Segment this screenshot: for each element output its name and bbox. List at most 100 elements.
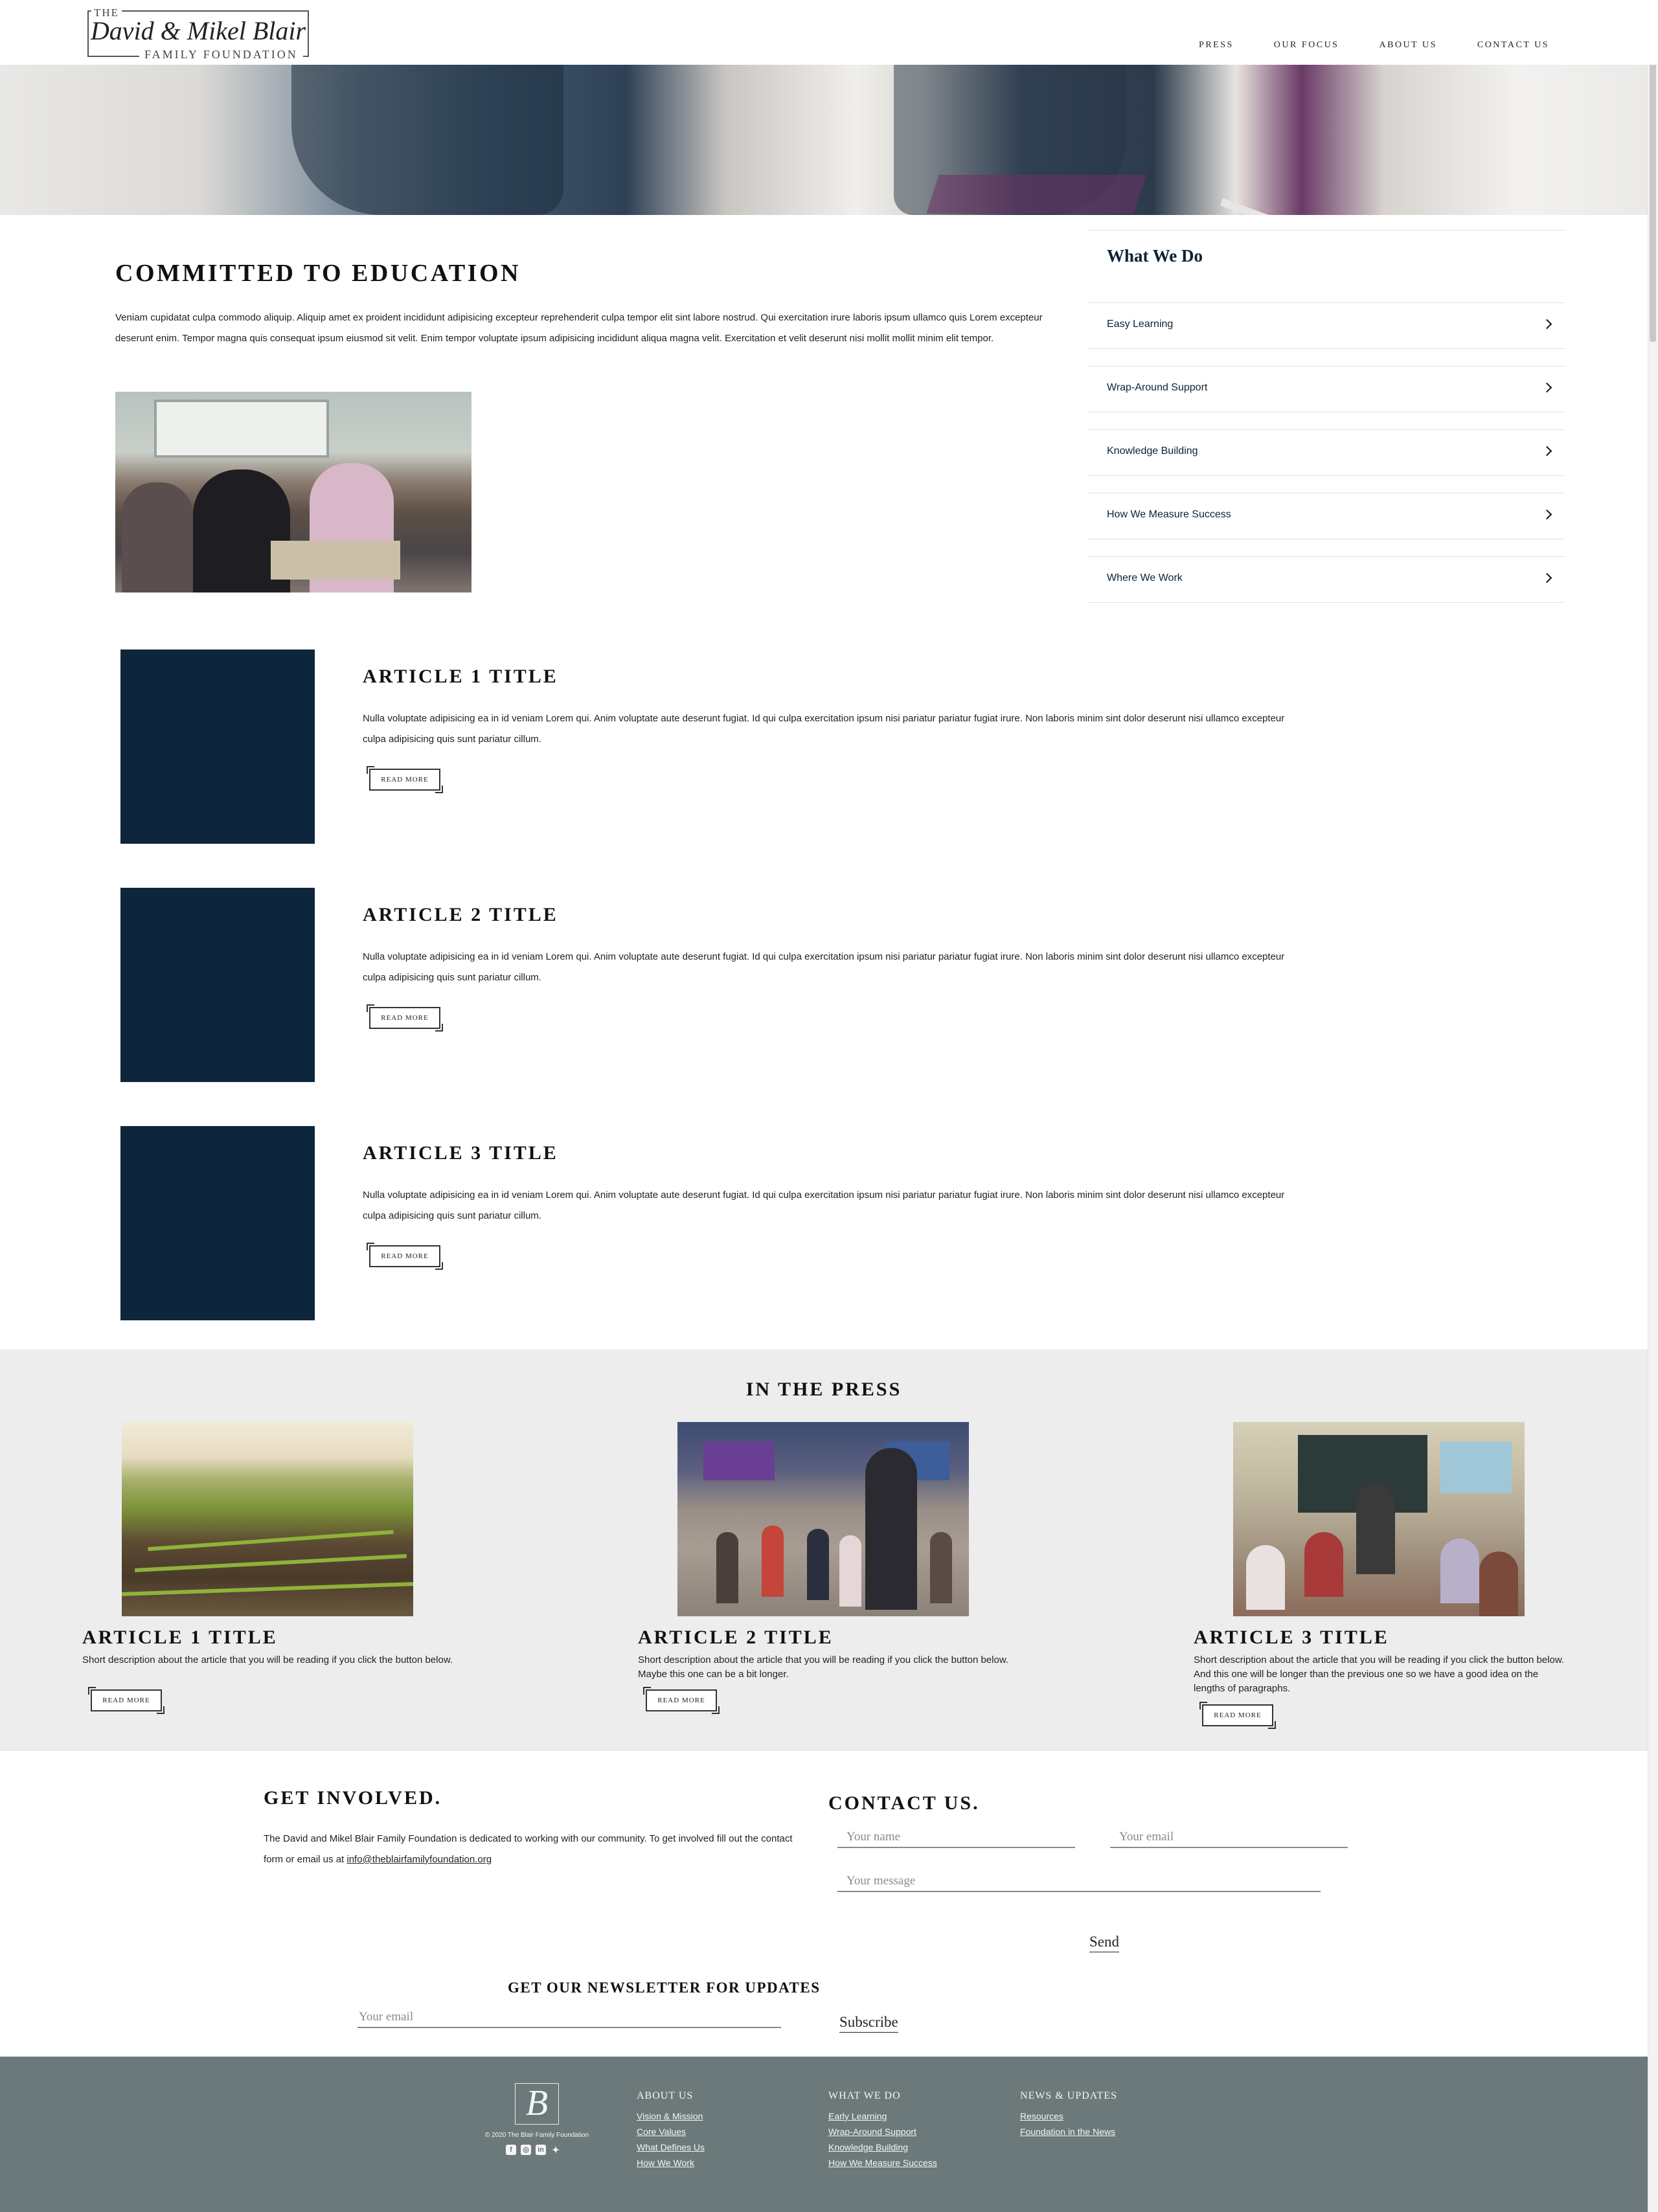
- nav-contact-us[interactable]: CONTACT US: [1477, 40, 1549, 51]
- image-shape: [148, 1529, 394, 1552]
- hero-shape: [926, 175, 1146, 214]
- article-thumbnail: [120, 1126, 315, 1320]
- hero-shape: [1220, 198, 1345, 215]
- image-shape: [703, 1441, 775, 1480]
- image-shape: [1246, 1545, 1285, 1610]
- press-article-title: ARTICLE 3 TITLE: [1194, 1627, 1389, 1648]
- committed-text: Veniam cupidatat culpa commodo aliquip. …: [115, 312, 1043, 344]
- hero-image: [0, 65, 1648, 215]
- article-title: ARTICLE 3 TITLE: [363, 1142, 558, 1164]
- image-shape: [122, 482, 193, 592]
- image-shape: [135, 1554, 407, 1572]
- subscribe-button[interactable]: Subscribe: [839, 2014, 898, 2033]
- nav-about-us[interactable]: ABOUT US: [1379, 40, 1437, 51]
- footer-link[interactable]: Wrap-Around Support: [828, 2124, 937, 2139]
- image-shape: [839, 1535, 861, 1607]
- wwd-item-knowledge-building[interactable]: Knowledge Building: [1088, 429, 1565, 476]
- image-shape: [930, 1532, 952, 1603]
- image-shape: [271, 541, 400, 580]
- wwd-item-label: Where We Work: [1107, 572, 1183, 583]
- footer-column-heading: WHAT WE DO: [828, 2090, 901, 2101]
- footer-link[interactable]: Core Values: [637, 2124, 705, 2139]
- image-shape: [122, 1582, 413, 1596]
- twitter-icon[interactable]: ✦: [551, 2145, 561, 2155]
- footer-column-about: ABOUT US Vision & Mission Core Values Wh…: [637, 2090, 705, 2171]
- footer-copyright: © 2020 The Blair Family Foundation: [484, 2132, 589, 2139]
- chevron-right-icon: [1541, 382, 1552, 393]
- wwd-item-easy-learning[interactable]: Easy Learning: [1088, 302, 1565, 349]
- classroom-image: [115, 392, 471, 592]
- footer-link[interactable]: How We Measure Success: [828, 2155, 937, 2171]
- image-shape: [1304, 1532, 1343, 1597]
- article-thumbnail: [120, 888, 315, 1082]
- read-more-button[interactable]: READ MORE: [367, 1004, 443, 1032]
- read-more-button[interactable]: READ MORE: [643, 1687, 720, 1714]
- get-involved-body: The David and Mikel Blair Family Foundat…: [264, 1833, 793, 1865]
- logo-name: David & Mikel Blair: [90, 16, 306, 45]
- article-text: Nulla voluptate adipisicing ea in id ven…: [363, 1190, 1285, 1221]
- wwd-item-where-we-work[interactable]: Where We Work: [1088, 556, 1565, 603]
- social-links: f ◎ in ✦: [506, 2145, 561, 2155]
- footer-column-heading: NEWS & UPDATES: [1020, 2090, 1118, 2101]
- article-text: Nulla voluptate adipisicing ea in id ven…: [363, 713, 1285, 745]
- wwd-item-wrap-around-support[interactable]: Wrap-Around Support: [1088, 366, 1565, 412]
- chevron-right-icon: [1541, 572, 1552, 583]
- press-article-title: ARTICLE 2 TITLE: [638, 1627, 834, 1648]
- image-shape: [1440, 1441, 1512, 1493]
- name-field[interactable]: [837, 1825, 1075, 1848]
- instagram-icon[interactable]: ◎: [521, 2145, 531, 2155]
- press-article-title: ARTICLE 1 TITLE: [82, 1627, 278, 1648]
- email-link[interactable]: info@theblairfamilyfoundation.org: [346, 1854, 492, 1865]
- message-field[interactable]: [837, 1869, 1321, 1892]
- image-shape: [865, 1448, 917, 1610]
- send-button[interactable]: Send: [1089, 1934, 1119, 1952]
- footer-link[interactable]: Foundation in the News: [1020, 2124, 1117, 2139]
- contact-title: CONTACT US.: [828, 1792, 980, 1814]
- nav-press[interactable]: PRESS: [1199, 40, 1234, 51]
- press-image-dance-class: [677, 1422, 969, 1616]
- newsletter-email-field[interactable]: [358, 2005, 781, 2028]
- footer-link[interactable]: Early Learning: [828, 2108, 937, 2124]
- wwd-item-label: How We Measure Success: [1107, 509, 1231, 520]
- article-title: ARTICLE 1 TITLE: [363, 666, 558, 687]
- chevron-right-icon: [1541, 319, 1552, 330]
- footer-link[interactable]: Vision & Mission: [637, 2108, 705, 2124]
- footer-link[interactable]: How We Work: [637, 2155, 705, 2171]
- image-shape: [1479, 1552, 1518, 1616]
- chevron-right-icon: [1541, 446, 1552, 457]
- read-more-button[interactable]: READ MORE: [88, 1687, 165, 1714]
- footer-link[interactable]: Knowledge Building: [828, 2139, 937, 2155]
- hero-shape: [291, 65, 563, 215]
- site-footer: B © 2020 The Blair Family Foundation f ◎…: [0, 2057, 1648, 2212]
- nav-our-focus[interactable]: OUR FOCUS: [1274, 40, 1339, 51]
- site-header: THE David & Mikel Blair FAMILY FOUNDATIO…: [0, 0, 1658, 65]
- facebook-icon[interactable]: f: [506, 2145, 516, 2155]
- what-we-do-title: What We Do: [1107, 246, 1203, 265]
- footer-logo[interactable]: B: [515, 2083, 559, 2125]
- logo-subtitle: FAMILY FOUNDATION: [139, 48, 303, 62]
- chevron-right-icon: [1541, 509, 1552, 520]
- press-article-desc: Short description about the article that…: [82, 1654, 453, 1665]
- image-shape: [1440, 1539, 1479, 1603]
- footer-link[interactable]: What Defines Us: [637, 2139, 705, 2155]
- article-title: ARTICLE 2 TITLE: [363, 904, 558, 925]
- get-involved-text: The David and Mikel Blair Family Foundat…: [264, 1829, 795, 1870]
- image-shape: [762, 1526, 784, 1597]
- press-image-classroom: [1233, 1422, 1525, 1616]
- linkedin-icon[interactable]: in: [536, 2145, 546, 2155]
- wwd-item-how-we-measure-success[interactable]: How We Measure Success: [1088, 493, 1565, 539]
- read-more-button[interactable]: READ MORE: [367, 1243, 443, 1270]
- footer-link[interactable]: Resources: [1020, 2108, 1117, 2124]
- read-more-button[interactable]: READ MORE: [367, 766, 443, 793]
- wwd-item-label: Wrap-Around Support: [1107, 382, 1208, 393]
- site-logo[interactable]: THE David & Mikel Blair FAMILY FOUNDATIO…: [87, 6, 309, 62]
- press-title: IN THE PRESS: [745, 1379, 902, 1400]
- read-more-button[interactable]: READ MORE: [1199, 1702, 1276, 1729]
- email-field[interactable]: [1110, 1825, 1348, 1848]
- get-involved-title: GET INVOLVED.: [264, 1787, 442, 1809]
- divider: [1088, 230, 1565, 231]
- footer-column-heading: ABOUT US: [637, 2090, 694, 2101]
- image-shape: [716, 1532, 738, 1603]
- press-image-field: [122, 1422, 413, 1616]
- image-shape: [807, 1529, 829, 1600]
